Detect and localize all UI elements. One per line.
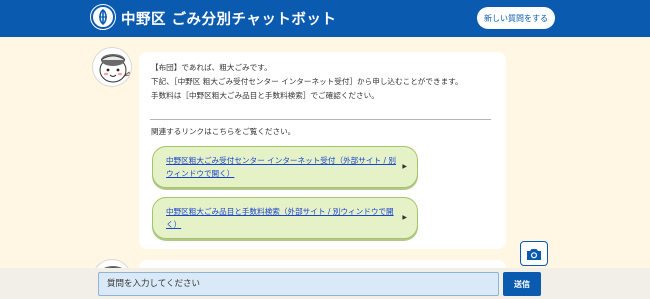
- question-input[interactable]: [98, 272, 499, 296]
- link-button-internet-reception[interactable]: 中野区粗大ごみ受付センター インターネット受付（外部サイト / 別ウィンドウで開…: [152, 146, 418, 188]
- related-links-heading: 関連するリンクはこちらをご覧ください。: [151, 127, 296, 136]
- message-line: 手数料は［中野区粗大ごみ品目と手数料検索］でご確認ください。: [151, 91, 379, 100]
- bot-avatar: [92, 47, 132, 87]
- send-button[interactable]: 送信: [503, 272, 541, 296]
- nakano-ward-logo-icon: [90, 4, 116, 30]
- triangle-right-icon: ▶: [402, 214, 407, 221]
- divider: [150, 119, 491, 120]
- triangle-right-icon: ▶: [402, 163, 407, 170]
- camera-icon: [527, 248, 541, 260]
- link-text[interactable]: 中野区粗大ごみ受付センター インターネット受付（外部サイト / 別ウィンドウで開…: [166, 154, 398, 180]
- new-question-button[interactable]: 新しい質問をする: [477, 7, 555, 29]
- message-line: 【布団】であれば、粗大ごみです。: [151, 63, 272, 72]
- link-text[interactable]: 中野区粗大ごみ品目と手数料検索（外部サイト / 別ウィンドウで開く）: [166, 205, 398, 231]
- bot-message-bubble: 【布団】であれば、粗大ごみです。 下記、［中野区 粗大ごみ受付センター インター…: [139, 52, 506, 249]
- link-button-fee-search[interactable]: 中野区粗大ごみ品目と手数料検索（外部サイト / 別ウィンドウで開く） ▶: [152, 197, 418, 239]
- message-line: 下記、［中野区 粗大ごみ受付センター インターネット受付］から申し込むことができ…: [151, 77, 463, 86]
- camera-button[interactable]: [520, 241, 548, 266]
- app-title: 中野区 ごみ分別チャットボット: [121, 12, 337, 28]
- app-header: 中野区 ごみ分別チャットボット 新しい質問をする: [0, 0, 650, 37]
